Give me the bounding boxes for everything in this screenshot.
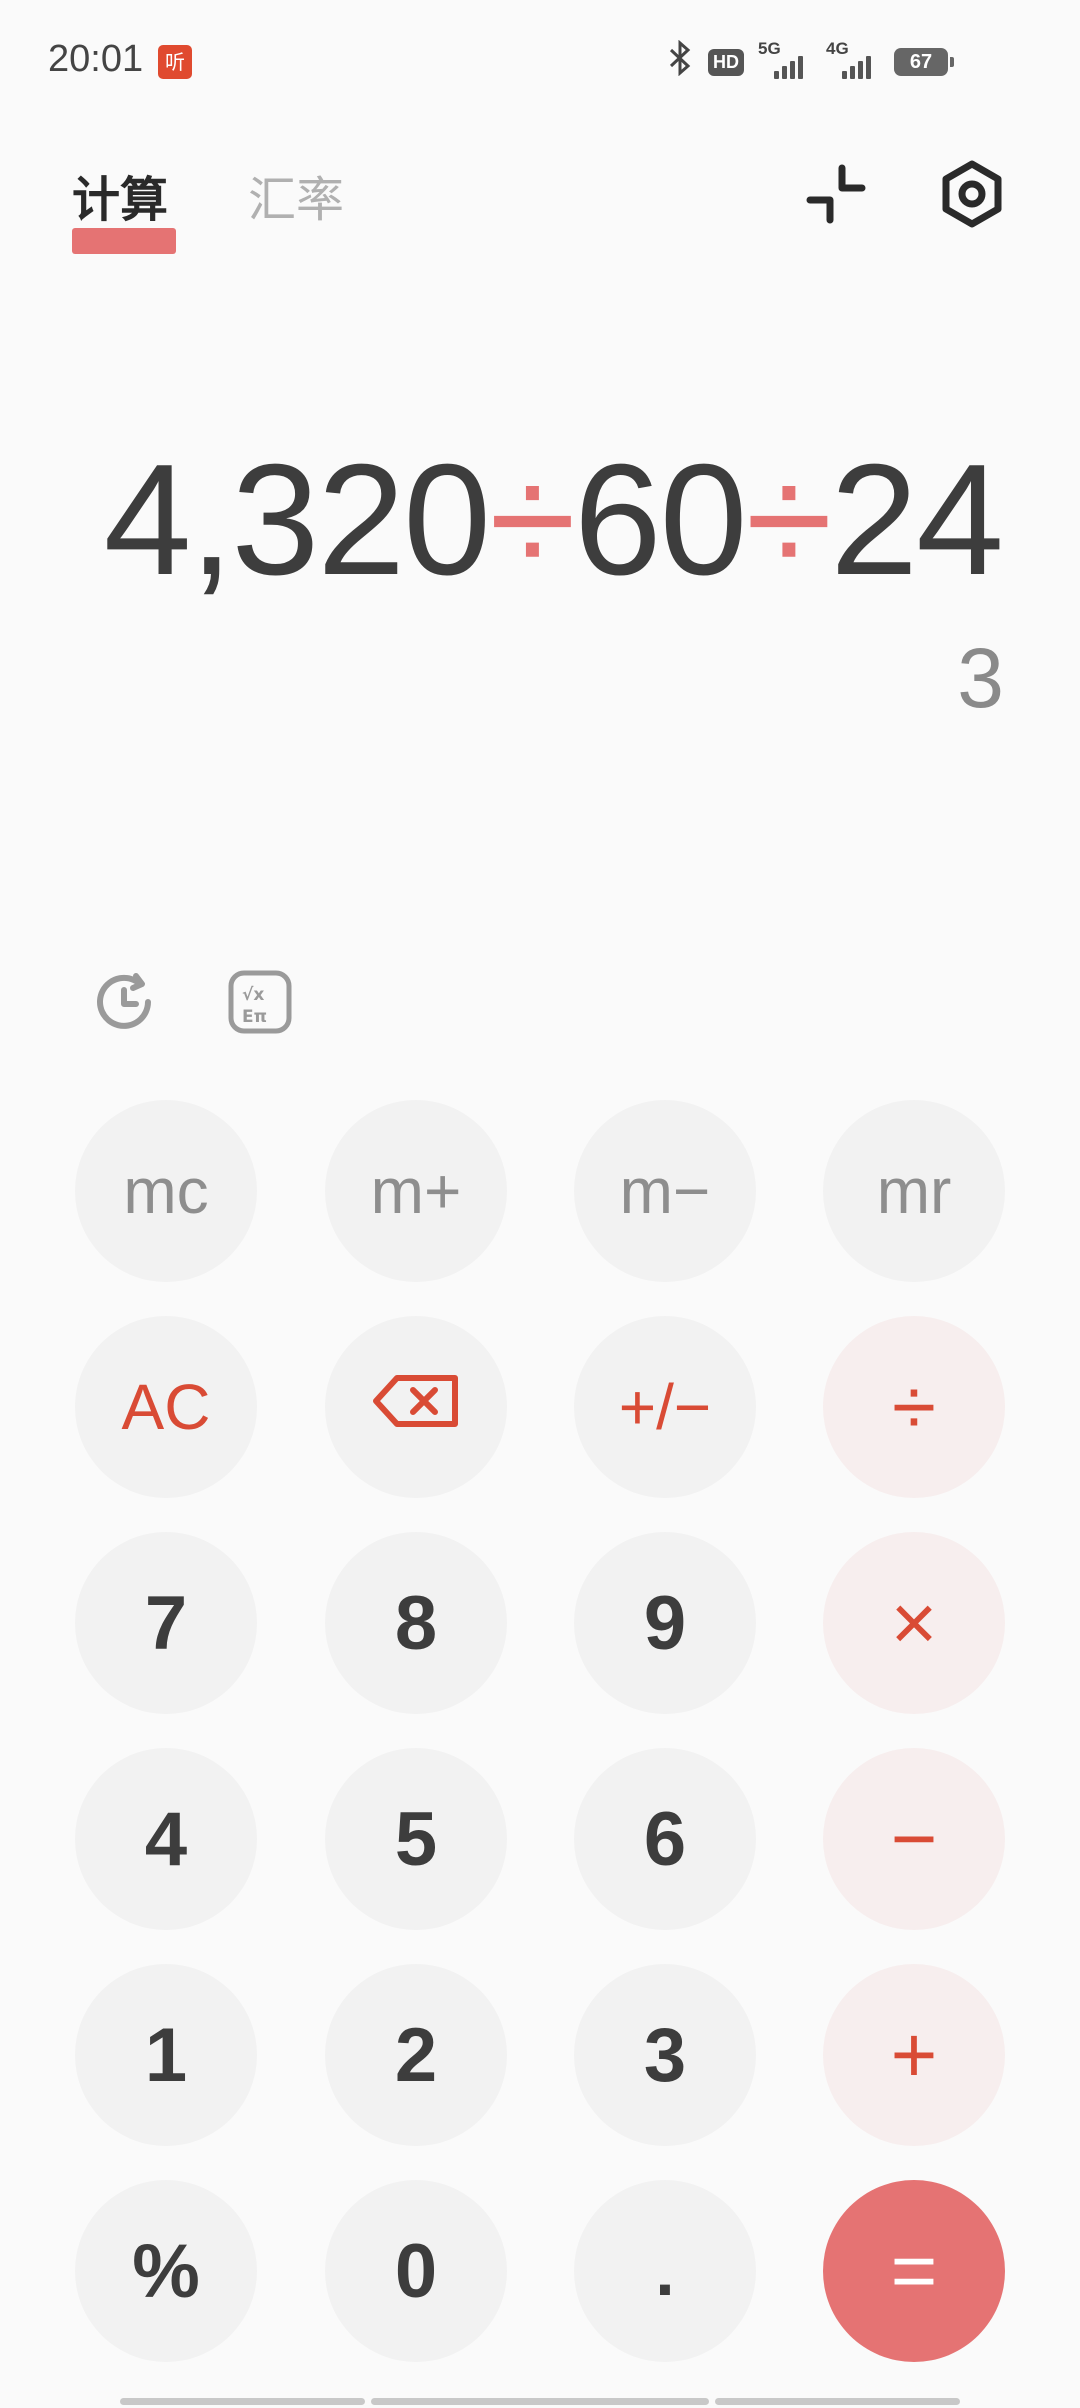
backspace-button[interactable] [325, 1316, 507, 1498]
operand: 4,320 [103, 432, 491, 608]
multiply-button[interactable]: × [823, 1532, 1005, 1714]
decimal-point-button[interactable]: . [574, 2180, 756, 2362]
scientific-icon[interactable]: √x Eπ [224, 966, 296, 1038]
digit-5-button[interactable]: 5 [325, 1748, 507, 1930]
m-minus-button[interactable]: m− [574, 1100, 756, 1282]
tab-exchange-rate[interactable]: 汇率 [248, 160, 344, 230]
tab-calculator[interactable]: 计算 [72, 160, 168, 230]
signal-4g-icon: 4G [826, 39, 880, 79]
history-icon[interactable] [90, 966, 162, 1038]
backspace-icon [371, 1370, 461, 1444]
equals-button[interactable]: = [823, 2180, 1005, 2362]
signal-5g-label: 5G [758, 39, 781, 58]
digit-0-button[interactable]: 0 [325, 2180, 507, 2362]
all-clear-button[interactable]: AC [75, 1316, 257, 1498]
mr-button[interactable]: mr [823, 1100, 1005, 1282]
tab-active-indicator [72, 228, 176, 254]
result-display: 3 [957, 631, 1004, 725]
app-notification-icon: 听 [158, 45, 192, 79]
plus-button[interactable]: + [823, 1964, 1005, 2146]
minus-button[interactable]: − [823, 1748, 1005, 1930]
divide-operator: ÷ [745, 432, 833, 608]
digit-9-button[interactable]: 9 [574, 1532, 756, 1714]
collapse-icon[interactable] [800, 158, 872, 230]
divide-button[interactable]: ÷ [823, 1316, 1005, 1498]
settings-icon[interactable] [936, 158, 1008, 230]
sign-toggle-button[interactable]: +/− [574, 1316, 756, 1498]
mc-button[interactable]: mc [75, 1100, 257, 1282]
digit-4-button[interactable]: 4 [75, 1748, 257, 1930]
digit-7-button[interactable]: 7 [75, 1532, 257, 1714]
operand: 60 [573, 432, 748, 608]
gesture-bar[interactable] [120, 2398, 365, 2405]
gesture-bar[interactable] [715, 2398, 960, 2405]
digit-8-button[interactable]: 8 [325, 1532, 507, 1714]
digit-3-button[interactable]: 3 [574, 1964, 756, 2146]
svg-text:√x: √x [242, 985, 264, 1005]
percent-button[interactable]: % [75, 2180, 257, 2362]
status-icons: HD 5G 4G 67 [668, 39, 954, 84]
bluetooth-icon [668, 39, 694, 84]
digit-2-button[interactable]: 2 [325, 1964, 507, 2146]
battery-icon: 67 [894, 48, 954, 76]
expression-display: 4,320÷60÷24 [103, 430, 1004, 611]
status-bar: 20:01 听 HD 5G 4G 67 [0, 0, 1080, 130]
hd-voice-badge: HD [708, 48, 744, 76]
digit-6-button[interactable]: 6 [574, 1748, 756, 1930]
signal-4g-label: 4G [826, 39, 849, 58]
svg-text:Eπ: Eπ [242, 1007, 267, 1027]
gesture-bar[interactable] [371, 2398, 709, 2405]
digit-1-button[interactable]: 1 [75, 1964, 257, 2146]
signal-5g-icon: 5G [758, 39, 812, 79]
m-plus-button[interactable]: m+ [325, 1100, 507, 1282]
operand: 24 [830, 432, 1004, 608]
divide-operator: ÷ [489, 432, 576, 608]
status-time: 20:01 [48, 38, 144, 80]
